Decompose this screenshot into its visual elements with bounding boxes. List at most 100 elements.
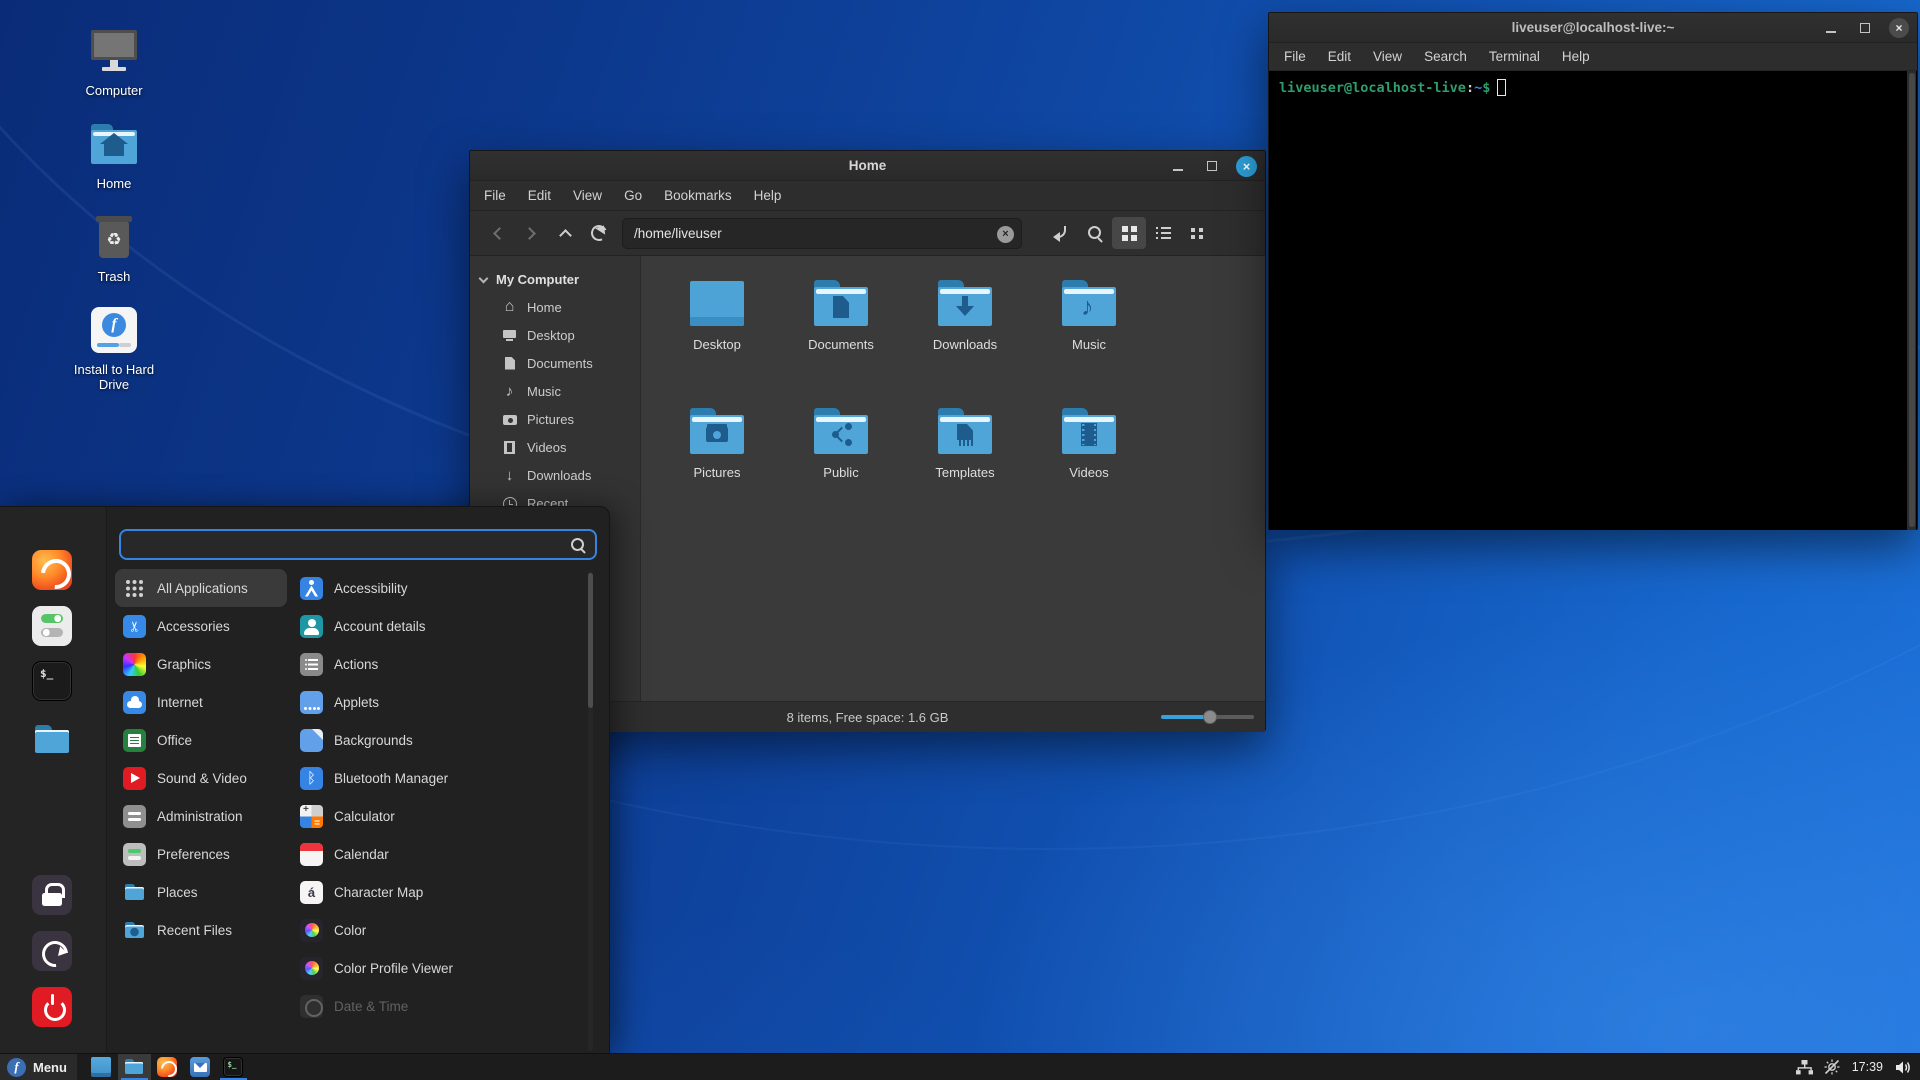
- desktop-icon-trash[interactable]: ♻ Trash: [58, 214, 170, 285]
- location-bar[interactable]: /home/liveuser ×: [622, 218, 1022, 249]
- file-manager-titlebar[interactable]: Home ×: [470, 151, 1265, 181]
- file-item[interactable]: Desktop: [655, 280, 779, 408]
- category-item[interactable]: Accessories: [115, 607, 287, 645]
- toggle-location-entry-button[interactable]: [1044, 217, 1078, 249]
- sidebar-item[interactable]: Videos: [470, 433, 640, 461]
- taskbar-mail-button[interactable]: [184, 1054, 217, 1080]
- search-input[interactable]: [121, 537, 570, 552]
- file-item[interactable]: Music: [1027, 280, 1151, 408]
- file-item[interactable]: Documents: [779, 280, 903, 408]
- settings-icon: [32, 606, 72, 646]
- sidebar-item[interactable]: Music: [470, 377, 640, 405]
- sidebar-item[interactable]: Downloads: [470, 461, 640, 489]
- menu-item[interactable]: File: [473, 181, 517, 210]
- category-item[interactable]: Internet: [115, 683, 287, 721]
- category-item[interactable]: All Applications: [115, 569, 287, 607]
- close-button[interactable]: ×: [1889, 18, 1909, 38]
- menu-item[interactable]: Help: [743, 181, 793, 210]
- idle-inhibit-icon[interactable]: [1823, 1058, 1841, 1076]
- logout-button[interactable]: [30, 929, 74, 973]
- favorite-firefox[interactable]: [30, 548, 74, 592]
- lock-screen-button[interactable]: [30, 873, 74, 917]
- sidebar-section-my-computer[interactable]: My Computer: [470, 266, 640, 293]
- shutdown-button[interactable]: [30, 985, 74, 1029]
- favorite-terminal[interactable]: [30, 659, 74, 703]
- show-desktop-button[interactable]: [85, 1054, 118, 1080]
- volume-icon[interactable]: [1894, 1058, 1912, 1076]
- zoom-slider[interactable]: [1161, 715, 1254, 719]
- category-item[interactable]: Administration: [115, 797, 287, 835]
- favorite-files[interactable]: [30, 717, 74, 761]
- file-item[interactable]: Videos: [1027, 408, 1151, 536]
- application-item[interactable]: Color Profile Viewer: [292, 949, 580, 987]
- maximize-button[interactable]: [1855, 18, 1875, 38]
- application-item[interactable]: Date & Time: [292, 987, 580, 1025]
- menu-item[interactable]: View: [562, 181, 613, 210]
- application-item[interactable]: Backgrounds: [292, 721, 580, 759]
- menu-search-box[interactable]: [119, 529, 597, 560]
- refresh-button[interactable]: [582, 217, 616, 249]
- menu-item[interactable]: Bookmarks: [653, 181, 743, 210]
- application-item[interactable]: Color: [292, 911, 580, 949]
- taskbar-clock[interactable]: 17:39: [1850, 1060, 1885, 1074]
- application-item[interactable]: Calendar: [292, 835, 580, 873]
- terminal-screen[interactable]: liveuser@localhost-live:~$: [1269, 71, 1917, 530]
- window-controls: ×: [1168, 151, 1257, 181]
- network-icon[interactable]: [1796, 1058, 1814, 1076]
- maximize-button[interactable]: [1202, 156, 1222, 176]
- search-button[interactable]: [1078, 217, 1112, 249]
- category-item[interactable]: Office: [115, 721, 287, 759]
- clear-location-button[interactable]: ×: [997, 226, 1014, 243]
- taskbar-terminal-button[interactable]: [217, 1054, 250, 1080]
- back-button[interactable]: [480, 217, 514, 249]
- category-item[interactable]: Preferences: [115, 835, 287, 873]
- menu-item[interactable]: File: [1273, 43, 1317, 70]
- favorite-system-settings[interactable]: [30, 604, 74, 648]
- forward-button[interactable]: [514, 217, 548, 249]
- taskbar-firefox-button[interactable]: [151, 1054, 184, 1080]
- category-item[interactable]: Places: [115, 873, 287, 911]
- menu-scrollbar[interactable]: [588, 571, 593, 1051]
- menu-item[interactable]: Edit: [1317, 43, 1362, 70]
- category-item[interactable]: Graphics: [115, 645, 287, 683]
- icon-view-button[interactable]: [1112, 217, 1146, 249]
- desktop-icon-computer[interactable]: Computer: [58, 28, 170, 99]
- taskbar-files-button[interactable]: [118, 1054, 151, 1080]
- compact-view-button[interactable]: [1180, 217, 1214, 249]
- i-accessories-icon: [123, 615, 146, 638]
- application-item[interactable]: Applets: [292, 683, 580, 721]
- desktop-icon-install-to-hard-drive[interactable]: f Install to Hard Drive: [58, 307, 170, 393]
- zoom-slider-handle[interactable]: [1203, 710, 1217, 724]
- file-item[interactable]: Templates: [903, 408, 1027, 536]
- close-button[interactable]: ×: [1236, 156, 1257, 177]
- category-item[interactable]: Recent Files: [115, 911, 287, 949]
- terminal-titlebar[interactable]: liveuser@localhost-live:~ ×: [1269, 13, 1917, 43]
- minimize-button[interactable]: [1168, 156, 1188, 176]
- list-view-button[interactable]: [1146, 217, 1180, 249]
- sidebar-item[interactable]: Documents: [470, 349, 640, 377]
- desktop-icon-home[interactable]: Home: [58, 121, 170, 192]
- menu-item[interactable]: Search: [1413, 43, 1478, 70]
- application-item[interactable]: Accessibility: [292, 569, 580, 607]
- sidebar-item[interactable]: Home: [470, 293, 640, 321]
- menu-item[interactable]: Terminal: [1478, 43, 1551, 70]
- application-item[interactable]: Character Map: [292, 873, 580, 911]
- terminal-scrollbar[interactable]: [1907, 71, 1916, 530]
- menu-button[interactable]: f Menu: [0, 1054, 77, 1080]
- application-item[interactable]: Actions: [292, 645, 580, 683]
- application-item[interactable]: Calculator: [292, 797, 580, 835]
- application-item[interactable]: Account details: [292, 607, 580, 645]
- minimize-button[interactable]: [1821, 18, 1841, 38]
- menu-item[interactable]: Edit: [517, 181, 562, 210]
- up-button[interactable]: [548, 217, 582, 249]
- sidebar-item[interactable]: Desktop: [470, 321, 640, 349]
- file-item[interactable]: Pictures: [655, 408, 779, 536]
- menu-item[interactable]: View: [1362, 43, 1413, 70]
- file-item[interactable]: Public: [779, 408, 903, 536]
- menu-item[interactable]: Help: [1551, 43, 1601, 70]
- application-item[interactable]: Bluetooth Manager: [292, 759, 580, 797]
- sidebar-item[interactable]: Pictures: [470, 405, 640, 433]
- menu-item[interactable]: Go: [613, 181, 653, 210]
- file-item[interactable]: Downloads: [903, 280, 1027, 408]
- category-item[interactable]: Sound & Video: [115, 759, 287, 797]
